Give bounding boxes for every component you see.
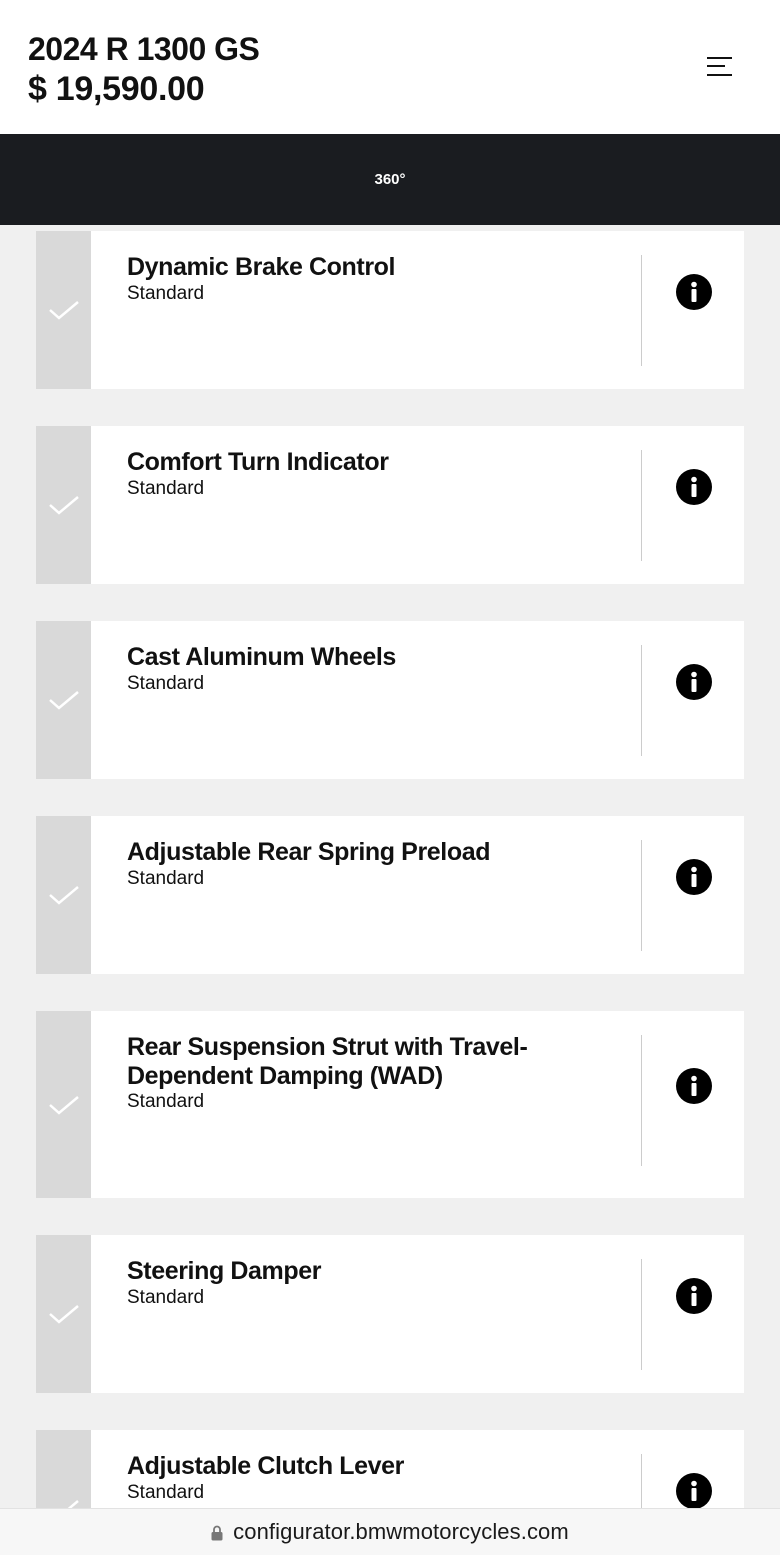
info-icon[interactable] xyxy=(676,274,712,310)
feature-select-toggle[interactable] xyxy=(36,231,91,389)
divider xyxy=(641,450,642,561)
feature-title: Rear Suspension Strut with Travel-Depend… xyxy=(127,1033,528,1090)
hamburger-menu-icon[interactable] xyxy=(700,50,740,84)
feature-title: Steering Damper xyxy=(127,1257,322,1285)
feature-card: Dynamic Brake Control Standard xyxy=(36,231,744,389)
checkmark-icon xyxy=(49,1305,79,1324)
feature-list: Dynamic Brake Control Standard Comfort T… xyxy=(0,225,780,1508)
info-icon[interactable] xyxy=(676,859,712,895)
feature-card: Adjustable Clutch Lever Standard xyxy=(36,1430,744,1508)
info-icon[interactable] xyxy=(676,1473,712,1508)
feature-title: Adjustable Rear Spring Preload xyxy=(127,838,491,866)
feature-title: Cast Aluminum Wheels xyxy=(127,643,396,671)
view-toggle-bar: 360° xyxy=(0,134,780,225)
feature-select-toggle[interactable] xyxy=(36,1430,91,1508)
feature-select-toggle[interactable] xyxy=(36,816,91,974)
model-title: 2024 R 1300 GS xyxy=(28,31,260,67)
checkmark-icon xyxy=(49,496,79,515)
feature-card: Comfort Turn Indicator Standard xyxy=(36,426,744,584)
feature-status: Standard xyxy=(127,1482,205,1503)
checkmark-icon xyxy=(49,1095,79,1115)
feature-select-toggle[interactable] xyxy=(36,1235,91,1393)
info-icon[interactable] xyxy=(676,469,712,505)
browser-url-bar[interactable]: configurator.bmwmotorcycles.com xyxy=(0,1508,780,1555)
lock-icon xyxy=(211,1525,223,1541)
checkmark-icon xyxy=(49,691,79,710)
feature-card: Adjustable Rear Spring Preload Standard xyxy=(36,816,744,974)
divider xyxy=(641,255,642,366)
url-text: configurator.bmwmotorcycles.com xyxy=(233,1519,569,1544)
feature-title: Dynamic Brake Control xyxy=(127,253,396,281)
divider xyxy=(641,840,642,951)
feature-status: Standard xyxy=(127,283,205,304)
feature-title: Comfort Turn Indicator xyxy=(127,448,389,476)
feature-status: Standard xyxy=(127,673,205,694)
feature-select-toggle[interactable] xyxy=(36,426,91,584)
checkmark-icon xyxy=(49,301,79,320)
checkmark-icon xyxy=(49,886,79,905)
divider xyxy=(641,645,642,756)
info-icon[interactable] xyxy=(676,1278,712,1314)
feature-card: Rear Suspension Strut with Travel-Depend… xyxy=(36,1011,744,1198)
divider xyxy=(641,1259,642,1370)
view-360-button[interactable]: 360° xyxy=(356,161,423,198)
feature-select-toggle[interactable] xyxy=(36,1011,91,1198)
info-icon[interactable] xyxy=(676,664,712,700)
feature-card: Steering Damper Standard xyxy=(36,1235,744,1393)
feature-select-toggle[interactable] xyxy=(36,621,91,779)
feature-status: Standard xyxy=(127,1287,205,1308)
feature-title: Adjustable Clutch Lever xyxy=(127,1452,404,1480)
divider xyxy=(641,1035,642,1166)
feature-status: Standard xyxy=(127,868,205,889)
info-icon[interactable] xyxy=(676,1068,712,1104)
divider xyxy=(641,1454,642,1508)
checkmark-icon xyxy=(67,1500,79,1508)
feature-status: Standard xyxy=(127,478,205,499)
feature-status: Standard xyxy=(127,1091,205,1112)
feature-card: Cast Aluminum Wheels Standard xyxy=(36,621,744,779)
header: 2024 R 1300 GS $ 19,590.00 xyxy=(0,0,780,134)
price: $ 19,590.00 xyxy=(28,70,205,108)
